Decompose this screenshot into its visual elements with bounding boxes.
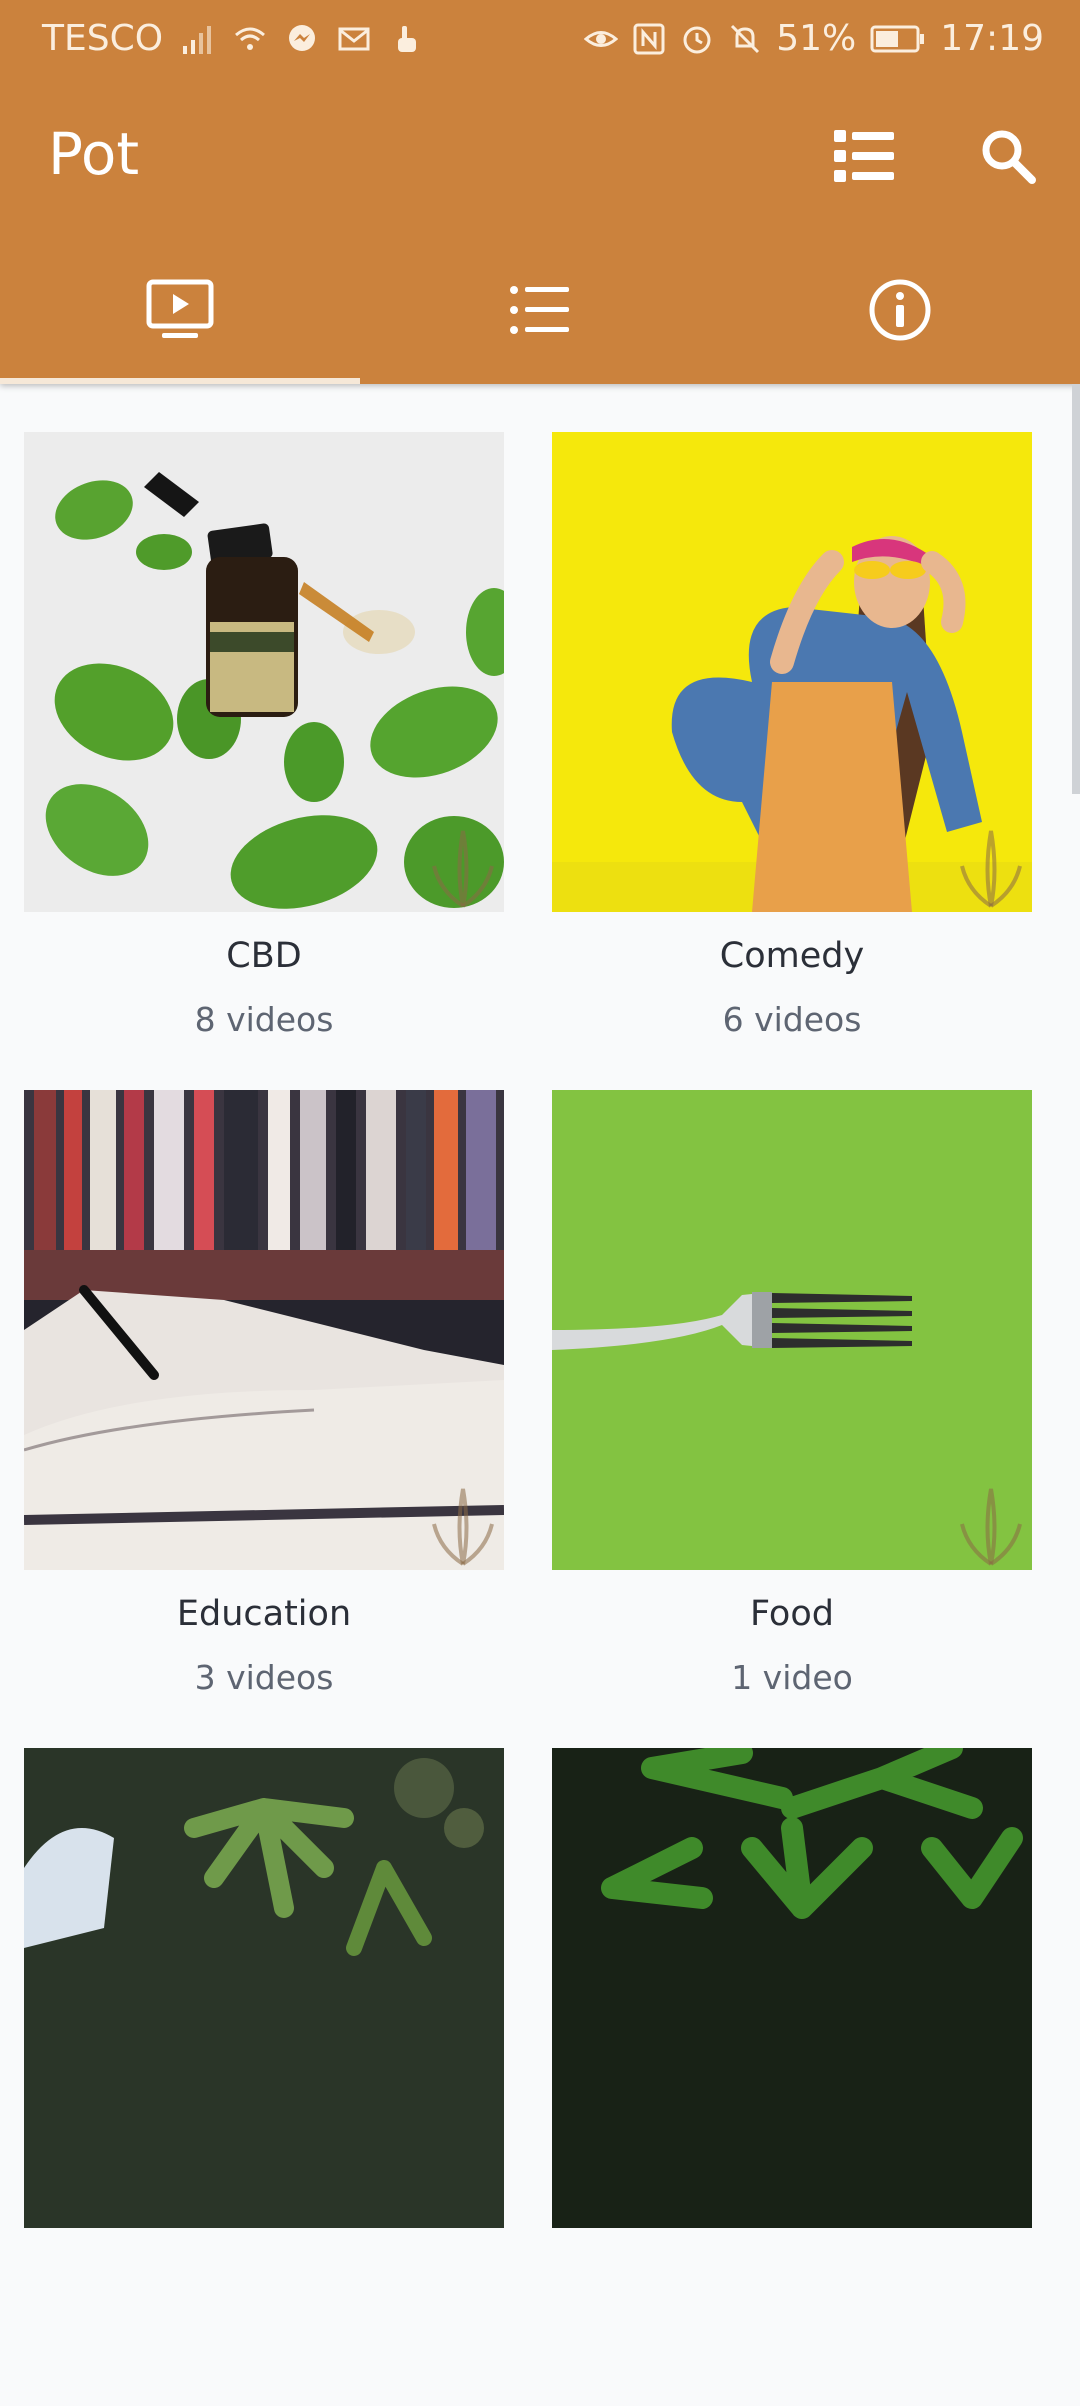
leaf-watermark-icon bbox=[960, 1488, 1022, 1566]
tab-videos[interactable] bbox=[0, 236, 360, 384]
touch-icon bbox=[398, 25, 417, 52]
category-card-5[interactable] bbox=[24, 1748, 504, 2406]
thumbnail-cbd-oil bbox=[24, 432, 504, 912]
tab-bar bbox=[0, 236, 1080, 384]
leaf-watermark-icon bbox=[960, 830, 1022, 908]
battery-icon bbox=[870, 25, 925, 52]
tab-indicator bbox=[0, 378, 360, 384]
category-title: Education bbox=[176, 1594, 352, 1634]
category-count: 6 videos bbox=[722, 1000, 862, 1039]
video-icon bbox=[146, 279, 214, 338]
category-count: 1 video bbox=[731, 1658, 853, 1697]
mail-icon bbox=[338, 27, 370, 50]
category-title: CBD bbox=[226, 936, 302, 976]
leaf-watermark-icon bbox=[432, 1488, 494, 1566]
nfc-icon bbox=[633, 23, 665, 54]
list-view-button[interactable] bbox=[828, 120, 900, 192]
tab-list[interactable] bbox=[360, 236, 720, 384]
category-title: Comedy bbox=[719, 936, 865, 976]
eye-icon bbox=[584, 30, 619, 47]
info-icon bbox=[869, 279, 931, 341]
thumbnail-education bbox=[24, 1090, 504, 1570]
toolbar: Pot bbox=[0, 76, 1080, 236]
category-count: 3 videos bbox=[194, 1658, 334, 1697]
signal-icon bbox=[183, 25, 212, 54]
category-card-cbd[interactable]: CBD 8 videos bbox=[24, 432, 504, 1090]
status-bar: TESCO 51% 17:19 bbox=[0, 0, 1080, 76]
thumbnail-cannabis-leaves bbox=[552, 1748, 1032, 2228]
wifi-icon bbox=[235, 27, 266, 50]
category-card-education[interactable]: Education 3 videos bbox=[24, 1090, 504, 1748]
alarm-icon bbox=[683, 26, 711, 53]
search-button[interactable] bbox=[972, 120, 1044, 192]
thumbnail-gloved-hand-cannabis bbox=[24, 1748, 504, 2228]
list-icon bbox=[834, 130, 894, 182]
thumbnail-comedy bbox=[552, 432, 1032, 912]
carrier-label: TESCO bbox=[42, 18, 164, 59]
app-bar: TESCO 51% 17:19 Pot bbox=[0, 0, 1080, 384]
search-icon bbox=[982, 130, 1036, 184]
category-grid: CBD 8 videos Comedy 6 videos Education 3… bbox=[24, 432, 1032, 2406]
tab-info[interactable] bbox=[720, 236, 1080, 384]
clock: 17:19 bbox=[940, 18, 1044, 59]
list-icon bbox=[510, 286, 569, 334]
category-count: 8 videos bbox=[194, 1000, 334, 1039]
silent-bell-icon bbox=[731, 24, 760, 53]
category-card-comedy[interactable]: Comedy 6 videos bbox=[552, 432, 1032, 1090]
category-card-food[interactable]: Food 1 video bbox=[552, 1090, 1032, 1748]
battery-percent: 51% bbox=[776, 18, 857, 59]
category-title: Food bbox=[750, 1594, 834, 1634]
scrollbar[interactable] bbox=[1072, 384, 1080, 794]
thumbnail-food bbox=[552, 1090, 1032, 1570]
messenger-icon bbox=[289, 24, 316, 51]
app-title: Pot bbox=[48, 120, 140, 188]
leaf-watermark-icon bbox=[432, 830, 494, 908]
category-card-6[interactable] bbox=[552, 1748, 1032, 2406]
